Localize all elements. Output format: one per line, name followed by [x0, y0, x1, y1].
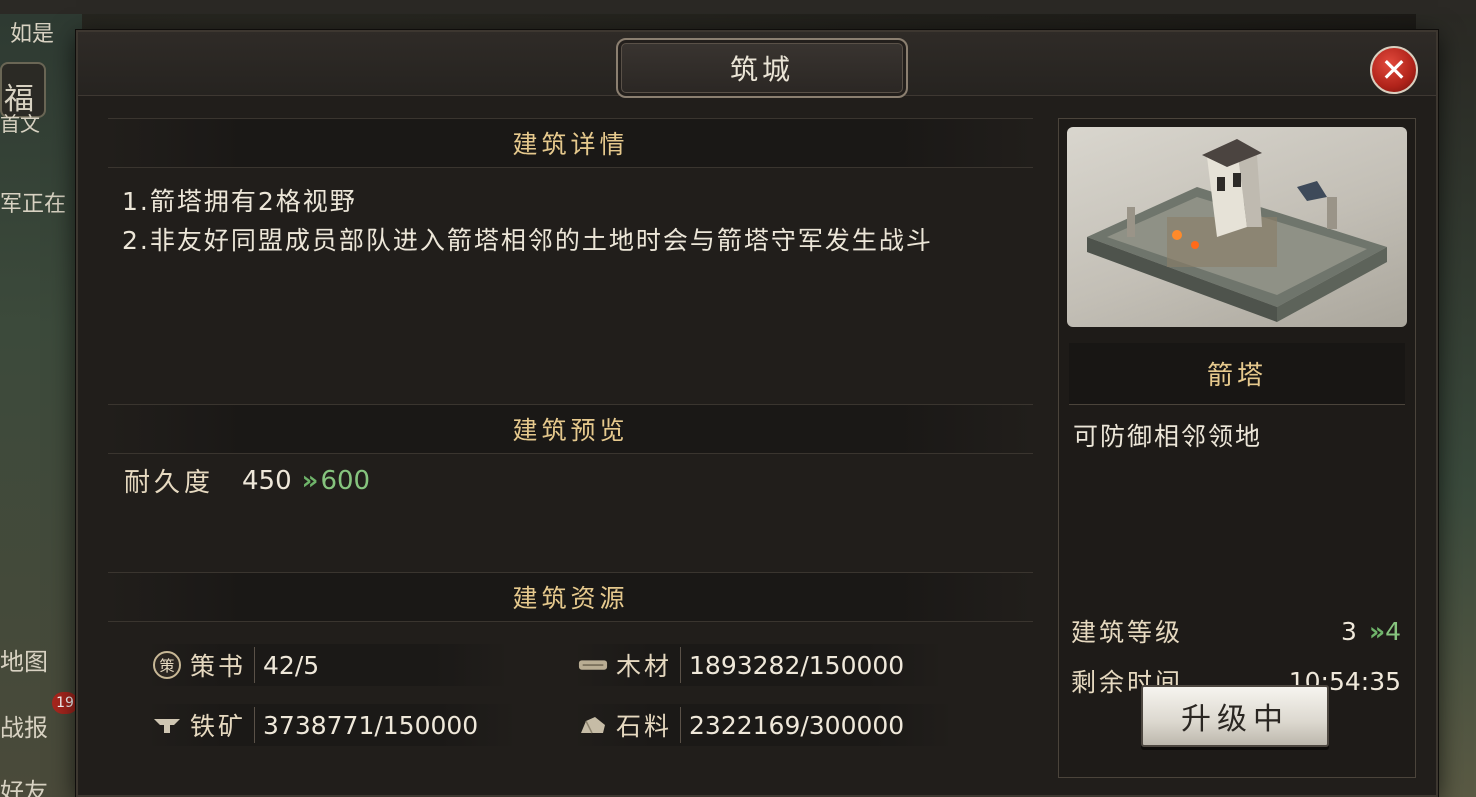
resources-heading: 建筑资源: [512, 584, 629, 613]
level-current: 3: [1341, 616, 1357, 646]
details-text: 1.箭塔拥有2格视野 2.非友好同盟成员部队进入箭塔相邻的土地时会与箭塔守军发生…: [122, 182, 1027, 260]
resource-row-iron: 铁矿 3738771/150000: [152, 704, 512, 746]
dialog-title: 筑城: [729, 53, 794, 86]
upgrade-button-label: 升级中: [1181, 702, 1289, 737]
build-city-dialog: 筑城 ✕ 建筑详情 1.箭塔拥有2格视野 2.非友好同盟成员部队进入箭塔相邻的土…: [76, 30, 1438, 797]
resource-name: 石料: [616, 707, 682, 743]
building-level-row: 建筑等级 3 » 4: [1071, 613, 1401, 649]
map-button[interactable]: 地图: [0, 642, 48, 677]
detail-line-2: 2.非友好同盟成员部队进入箭塔相邻的土地时会与箭塔守军发生战斗: [122, 226, 933, 255]
detail-line-1: 1.箭塔拥有2格视野: [122, 187, 357, 216]
building-name-plate: 箭塔: [1069, 343, 1405, 405]
resource-name: 木材: [616, 647, 682, 683]
report-count-badge: 19: [52, 692, 78, 714]
durability-label: 耐久度: [124, 468, 215, 498]
player-name: 如是: [10, 22, 55, 47]
durability-current: 450: [242, 465, 292, 496]
resource-row-stone: 石料 2322169/300000: [578, 704, 948, 746]
resource-name: 铁矿: [190, 707, 256, 743]
policy-book-icon: 策: [152, 650, 182, 680]
building-summary-panel: 箭塔 可防御相邻领地 建筑等级 3 » 4 剩余时间 10:54:35 升级中: [1058, 118, 1416, 778]
resources-heading-bar: 建筑资源: [108, 572, 1033, 622]
resource-value: 1893282/150000: [689, 650, 905, 680]
level-values: 3 » 4: [1341, 617, 1401, 646]
resource-row-policy-book: 策 策书 42/5: [152, 644, 504, 686]
wood-icon: [578, 650, 608, 680]
arrow-tower-image: [1067, 127, 1407, 327]
close-icon: ✕: [1380, 51, 1408, 89]
level-next: 4: [1385, 616, 1401, 646]
preview-heading: 建筑预览: [512, 416, 629, 445]
svg-text:策: 策: [159, 657, 174, 675]
building-description: 可防御相邻领地: [1073, 422, 1263, 451]
resource-name: 策书: [190, 647, 256, 683]
durability-row: 耐久度 450 » 600: [124, 462, 370, 499]
details-heading-bar: 建筑详情: [108, 118, 1033, 168]
close-button[interactable]: ✕: [1370, 46, 1418, 94]
level-label: 建筑等级: [1071, 618, 1184, 647]
upgrade-arrow-icon: »: [1368, 616, 1385, 646]
building-name: 箭塔: [1206, 361, 1267, 391]
left-label-first-deposit[interactable]: 首文: [0, 108, 40, 137]
building-info-panel: 建筑详情 1.箭塔拥有2格视野 2.非友好同盟成员部队进入箭塔相邻的土地时会与箭…: [108, 118, 1033, 773]
title-plate: 筑城: [616, 38, 908, 98]
army-status-text: 军正在: [0, 192, 67, 217]
resource-value: 3738771/150000: [263, 710, 479, 740]
durability-next: 600: [320, 465, 371, 496]
iron-icon: [152, 710, 182, 740]
upgrade-arrow-icon: »: [301, 465, 319, 496]
resource-value: 2322169/300000: [689, 710, 905, 740]
top-resource-bar: [0, 0, 1476, 14]
upgrading-button[interactable]: 升级中: [1141, 685, 1329, 747]
resource-value: 42/5: [263, 650, 320, 680]
friends-button[interactable]: 好友: [0, 772, 48, 797]
resource-row-wood: 木材 1893282/150000: [578, 644, 938, 686]
details-heading: 建筑详情: [512, 130, 629, 159]
stone-icon: [578, 710, 608, 740]
preview-heading-bar: 建筑预览: [108, 404, 1033, 454]
battle-report-button[interactable]: 战报: [0, 708, 48, 743]
